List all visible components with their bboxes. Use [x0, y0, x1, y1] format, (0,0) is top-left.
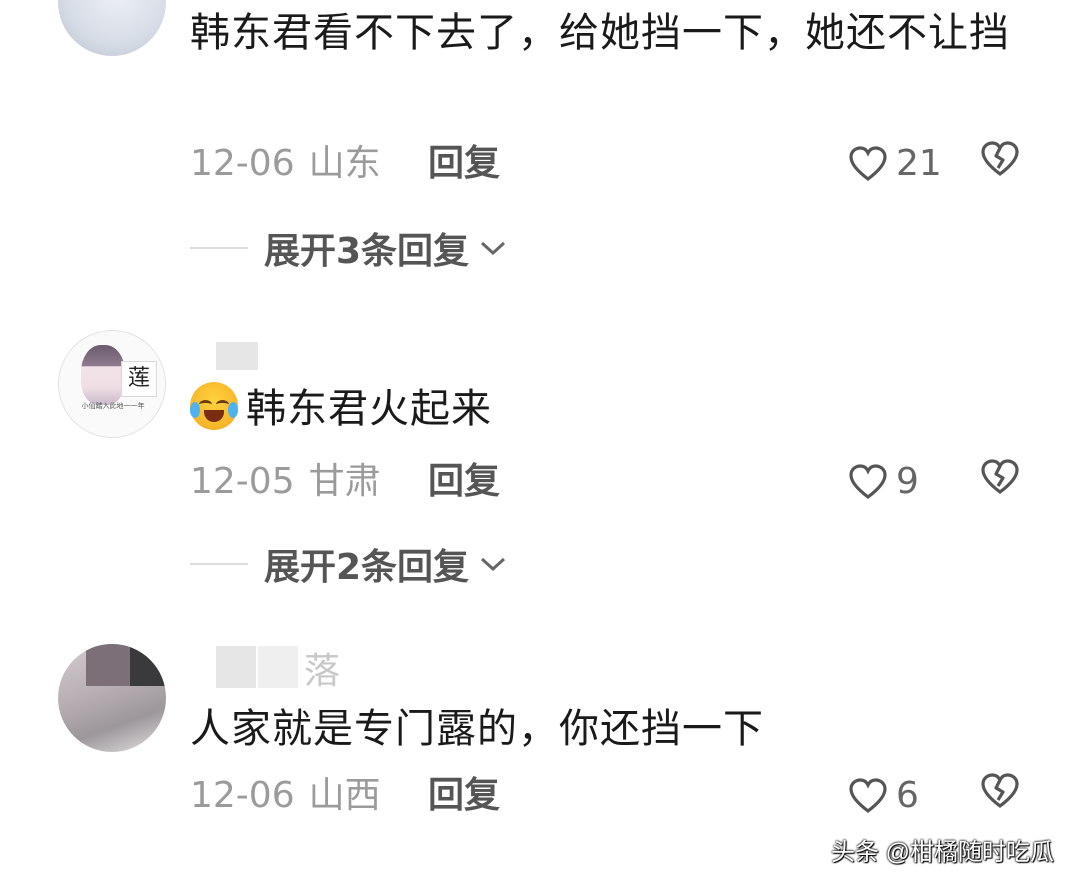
username-mosaic	[216, 646, 256, 688]
expand-replies-label: 展开3条回复	[264, 231, 470, 272]
watermark: 头条 @柑橘随时吃瓜	[830, 839, 1054, 866]
like-button[interactable]: 21	[848, 142, 942, 186]
like-count: 21	[896, 143, 942, 184]
dislike-button[interactable]	[980, 458, 1020, 506]
dislike-button[interactable]	[980, 140, 1020, 188]
reply-button[interactable]: 回复	[428, 774, 500, 818]
broken-heart-icon	[981, 140, 1019, 176]
avatar-block	[130, 644, 166, 686]
expand-replies-button[interactable]: 展开3条回复	[190, 222, 507, 274]
comment-meta: 12-06 山西 回复 6	[190, 772, 1050, 820]
avatar-caption: 小仙踏入此地一一年	[81, 402, 145, 410]
comment-date: 12-05	[190, 461, 295, 502]
comment-text-content: 韩东君火起来	[246, 386, 492, 432]
like-button[interactable]: 6	[848, 774, 919, 818]
avatar[interactable]: 莲 小仙踏入此地一一年	[58, 330, 166, 438]
comment-text: 人家就是专门露的，你还挡一下	[190, 706, 764, 752]
expand-replies-button[interactable]: 展开2条回复	[190, 538, 507, 590]
heart-icon	[849, 778, 887, 814]
broken-heart-icon	[981, 458, 1019, 494]
comment-list-page: 韩东君看不下去了，给她挡一下，她还不让挡 12-06 山东 回复 21 展开3条…	[0, 0, 1080, 887]
comment-meta: 12-06 山东 回复 21	[190, 140, 1050, 188]
expand-replies-label: 展开2条回复	[264, 547, 470, 588]
comment-region: 甘肃	[308, 461, 381, 502]
comment-region: 山东	[308, 143, 381, 184]
heart-icon	[849, 146, 887, 182]
avatar-stamp: 莲	[121, 361, 157, 397]
comment-region: 山西	[308, 775, 381, 816]
reply-button[interactable]: 回复	[428, 142, 500, 186]
comment-meta: 12-05 甘肃 回复 9	[190, 458, 1050, 506]
avatar-block	[86, 644, 130, 686]
dislike-button[interactable]	[980, 772, 1020, 820]
username-suffix: 落	[304, 651, 341, 692]
comment-text: 韩东君看不下去了，给她挡一下，她还不让挡	[190, 10, 1010, 56]
like-count: 9	[896, 461, 919, 502]
avatar[interactable]	[58, 0, 166, 56]
like-count: 6	[896, 775, 919, 816]
heart-icon	[849, 464, 887, 500]
chevron-down-icon	[481, 241, 506, 256]
comment-text: 韩东君火起来	[190, 380, 1050, 438]
divider-line	[190, 247, 248, 249]
avatar[interactable]	[58, 644, 166, 752]
avatar-figure	[81, 345, 125, 405]
comment-date: 12-06	[190, 775, 295, 816]
reply-button[interactable]: 回复	[428, 460, 500, 504]
username-mosaic	[216, 342, 258, 370]
chevron-down-icon	[481, 557, 506, 572]
broken-heart-icon	[981, 772, 1019, 808]
username-mosaic	[258, 646, 298, 688]
comment-date: 12-06	[190, 143, 295, 184]
like-button[interactable]: 9	[848, 460, 919, 504]
divider-line	[190, 563, 248, 565]
crying-laughing-emoji-icon	[190, 382, 238, 430]
